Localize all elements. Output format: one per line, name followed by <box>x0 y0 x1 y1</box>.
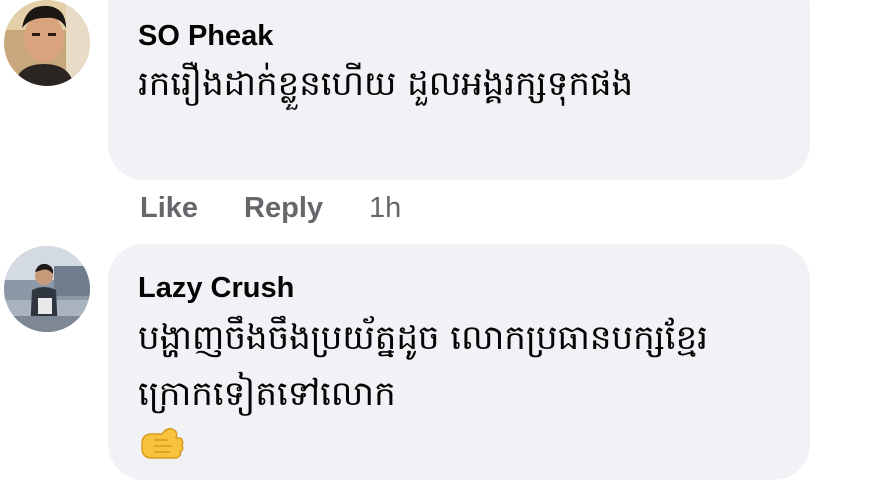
comment-item: Lazy Crush បង្ហាញចឹងចឹងប្រយ័ត្នដូច លោកប្… <box>0 240 880 480</box>
avatar-photo <box>4 0 90 86</box>
comment-item: SO Pheak រករឿងដាក់ខ្លួនហើយ ដួលអង្គរក្សទុ… <box>0 0 880 240</box>
comment-text: បង្ហាញចឹងចឹងប្រយ័ត្នដូច លោកប្រធានបក្សខ្ម… <box>138 318 708 414</box>
flexed-fist-emoji-icon <box>138 422 186 462</box>
comment-actions: Like Reply 1h <box>140 188 401 228</box>
comment-bubble: SO Pheak រករឿងដាក់ខ្លួនហើយ ដួលអង្គរក្សទុ… <box>108 0 810 180</box>
like-button[interactable]: Like <box>140 192 198 225</box>
comment-bubble: Lazy Crush បង្ហាញចឹងចឹងប្រយ័ត្នដូច លោកប្… <box>108 244 810 480</box>
comment-author[interactable]: SO Pheak <box>138 20 273 53</box>
comment-timestamp[interactable]: 1h <box>369 192 401 225</box>
avatar[interactable] <box>4 246 90 332</box>
avatar-photo <box>4 246 90 332</box>
comment-author[interactable]: Lazy Crush <box>138 272 294 305</box>
reply-button[interactable]: Reply <box>244 192 323 225</box>
comment-text: រករឿងដាក់ខ្លួនហើយ ដួលអង្គរក្សទុកផង <box>138 64 634 104</box>
avatar[interactable] <box>4 0 90 86</box>
